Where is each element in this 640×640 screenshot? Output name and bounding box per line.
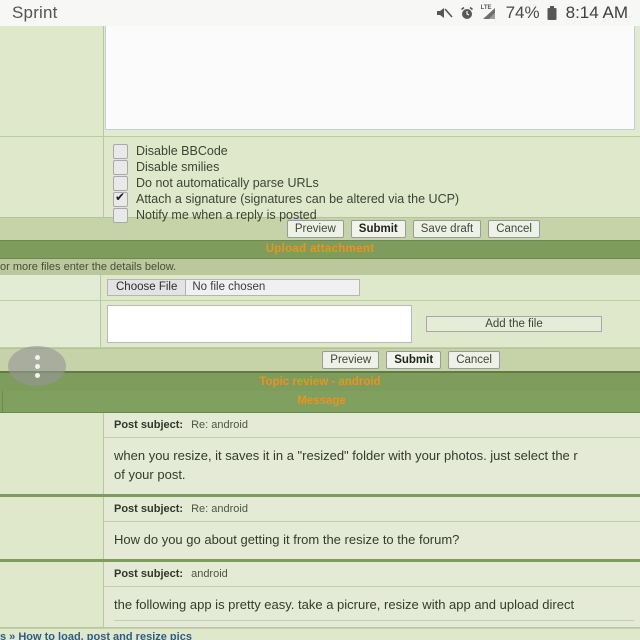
topic-review-post: Post subject: Re: android How do you go a… <box>0 497 640 562</box>
status-icons: LTE 74% 8:14 AM <box>436 3 628 23</box>
add-the-file-button[interactable]: Add the file <box>426 316 602 332</box>
post-content-cell: Post subject: Re: android How do you go a… <box>104 497 640 559</box>
upload-file-cell: Choose File No file chosen <box>101 275 640 300</box>
battery-percent-label: 74% <box>505 3 540 22</box>
option-notify-reply[interactable]: Notify me when a reply is posted <box>113 207 640 223</box>
choose-file-button[interactable]: Choose File <box>108 280 187 295</box>
post-author-cell <box>0 562 104 627</box>
battery-icon <box>547 5 557 21</box>
upload-comment-cell: Add the file <box>101 301 640 347</box>
upload-preview-button[interactable]: Preview <box>322 351 380 369</box>
post-options-list: Disable BBCode Disable smilies Do not au… <box>0 137 640 223</box>
option-no-parse-urls[interactable]: Do not automatically parse URLs <box>113 175 640 191</box>
carrier-label: Sprint <box>12 3 58 22</box>
form-label-column <box>0 26 104 136</box>
option-label: Disable BBCode <box>136 144 228 158</box>
option-label: Do not automatically parse URLs <box>136 176 319 190</box>
post-subject-label: Post subject: <box>114 419 184 431</box>
post-subject-line: Post subject: Re: android <box>104 497 640 522</box>
upload-note: or more files enter the details below. <box>0 259 640 275</box>
checkbox-notify-reply[interactable] <box>113 207 128 223</box>
post-subject-value: android <box>191 568 228 580</box>
post-subject-line: Post subject: Re: android <box>104 413 640 438</box>
checkbox-disable-bbcode[interactable] <box>113 143 128 159</box>
upload-filename-row: Choose File No file chosen <box>0 275 640 301</box>
topic-review-post: Post subject: Re: android when you resize… <box>0 413 640 497</box>
option-attach-signature[interactable]: Attach a signature (signatures can be al… <box>113 190 640 207</box>
post-author-cell <box>0 497 104 559</box>
post-body: the following app is pretty easy. take a… <box>114 597 575 612</box>
upload-button-bar: Preview Submit Cancel <box>0 348 640 371</box>
post-body: How do you go about getting it from the … <box>114 532 460 547</box>
file-status-label: No file chosen <box>192 281 266 293</box>
message-row <box>0 26 640 136</box>
post-body: when you resize, it saves it in a "resiz… <box>114 448 578 482</box>
more-options-icon[interactable] <box>8 346 66 386</box>
checkbox-attach-signature[interactable] <box>113 190 128 207</box>
post-subject-value: Re: android <box>191 503 248 515</box>
option-label: Attach a signature (signatures can be al… <box>136 192 460 206</box>
post-author-cell <box>0 413 104 494</box>
upload-comment-row: Add the file <box>0 301 640 348</box>
breadcrumb[interactable]: s » How to load, post and resize pics <box>0 628 640 640</box>
option-disable-bbcode[interactable]: Disable BBCode <box>113 143 640 159</box>
upload-attachment-header: Upload attachment <box>0 240 640 259</box>
post-subject-line: Post subject: android <box>104 562 640 587</box>
topic-review-post: Post subject: android the following app i… <box>0 562 640 628</box>
post-content-cell: Post subject: android the following app i… <box>104 562 640 627</box>
alarm-icon <box>460 6 474 20</box>
checkbox-no-parse-urls[interactable] <box>113 175 128 191</box>
dot <box>34 372 40 378</box>
topic-review-header: Topic review - android <box>0 371 640 391</box>
screen: Sprint LTE 74% 8:14 AM Disable BBCode Di… <box>0 0 640 640</box>
post-subject-label: Post subject: <box>114 503 184 515</box>
checkbox-disable-smilies[interactable] <box>113 159 128 175</box>
option-disable-smilies[interactable]: Disable smilies <box>113 159 640 175</box>
mute-icon <box>436 6 453 20</box>
topic-review-column-headers: r Message <box>0 391 640 413</box>
android-status-bar: Sprint LTE 74% 8:14 AM <box>0 0 640 26</box>
post-content-cell: Post subject: Re: android when you resize… <box>104 413 640 494</box>
upload-submit-button[interactable]: Submit <box>386 351 442 369</box>
upload-label-cell <box>0 275 101 300</box>
file-input[interactable]: Choose File No file chosen <box>107 279 360 296</box>
post-subject-label: Post subject: <box>114 568 184 580</box>
option-label: Notify me when a reply is posted <box>136 208 317 222</box>
message-textarea[interactable] <box>105 26 635 130</box>
file-comment-textarea[interactable] <box>107 305 412 343</box>
browser-viewport: Disable BBCode Disable smilies Do not au… <box>0 26 640 640</box>
upload-comment-label-cell <box>0 301 101 347</box>
upload-cancel-button[interactable]: Cancel <box>448 351 500 369</box>
dot <box>34 354 40 360</box>
post-body-rule <box>114 620 634 621</box>
column-header-message: Message <box>297 395 346 407</box>
post-subject-value: Re: android <box>191 419 248 431</box>
option-label: Disable smilies <box>136 160 220 174</box>
signal-lte-icon: LTE <box>481 5 499 20</box>
clock-label: 8:14 AM <box>565 3 628 22</box>
dot <box>34 363 40 369</box>
